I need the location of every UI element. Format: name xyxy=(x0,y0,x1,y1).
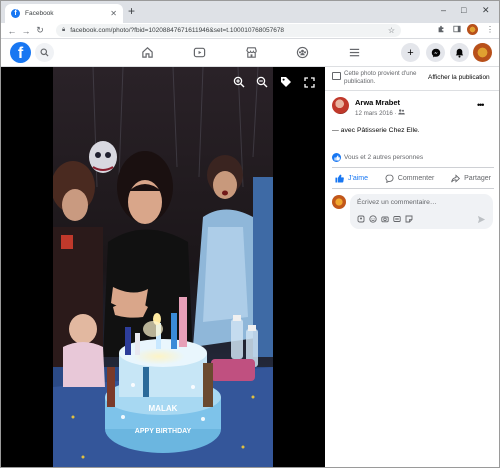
photo-image: MALAK APPY BIRTHDAY xyxy=(53,67,273,467)
create-icon[interactable]: + xyxy=(401,43,420,62)
birthday-photo[interactable]: MALAK APPY BIRTHDAY xyxy=(53,67,273,467)
cake-birthday-text: APPY BIRTHDAY xyxy=(135,428,192,435)
new-tab-button[interactable]: + xyxy=(128,4,135,18)
more-options-icon[interactable]: ••• xyxy=(477,100,485,110)
zoom-out-icon[interactable] xyxy=(255,75,269,89)
reactions-text: Vous et 2 autres personnes xyxy=(344,154,424,161)
share-button[interactable]: Partager xyxy=(448,170,494,186)
address-bar[interactable]: 🔒︎ facebook.com/photo/?fbid=102088476716… xyxy=(56,24,401,37)
back-icon[interactable]: ← xyxy=(5,26,19,36)
thumbs-up-icon xyxy=(335,174,344,183)
publication-banner: Cette photo provient d'une publication. … xyxy=(325,67,499,91)
forward-icon[interactable]: → xyxy=(19,26,33,36)
close-tab-icon[interactable]: ✕ xyxy=(110,9,117,18)
tag-icon[interactable] xyxy=(279,75,293,89)
tab-strip: f Facebook ✕ + – □ ✕ xyxy=(1,1,499,23)
send-icon[interactable] xyxy=(477,215,486,224)
notifications-icon[interactable] xyxy=(450,43,469,62)
browser-window: f Facebook ✕ + – □ ✕ ← → ↻ 🔒︎ facebook.c… xyxy=(0,0,500,468)
profile-avatar[interactable] xyxy=(467,24,478,37)
post-side-panel: Cette photo provient d'une publication. … xyxy=(325,67,499,467)
comment-label: Commenter xyxy=(397,174,435,182)
reactions-summary[interactable]: Vous et 2 autres personnes xyxy=(332,153,423,162)
comment-bubble-icon xyxy=(385,173,394,183)
gif-icon[interactable] xyxy=(393,215,401,223)
bookmark-star-icon[interactable]: ☆ xyxy=(388,26,395,35)
comment-input[interactable]: Écrivez un commentaire… xyxy=(357,199,437,206)
side-panel-icon[interactable] xyxy=(453,25,461,35)
commenter-avatar[interactable] xyxy=(332,195,346,209)
camera-icon[interactable] xyxy=(381,215,389,223)
minimize-button[interactable]: – xyxy=(441,5,446,15)
tab-title: Facebook xyxy=(25,10,54,17)
divider xyxy=(332,167,494,168)
comment-button[interactable]: Commenter xyxy=(382,170,438,186)
divider xyxy=(332,188,494,189)
author-name[interactable]: Arwa Mrabet xyxy=(355,98,400,107)
post-date-text: 12 mars 2016 · xyxy=(355,110,399,117)
friends-audience-icon xyxy=(398,109,406,115)
maximize-button[interactable]: □ xyxy=(461,5,466,15)
like-reaction-icon xyxy=(332,153,341,162)
comment-composer[interactable]: Écrivez un commentaire… xyxy=(350,194,493,229)
like-button[interactable]: J'aime xyxy=(332,170,371,186)
browser-tab[interactable]: f Facebook ✕ xyxy=(5,4,123,23)
share-arrow-icon xyxy=(451,173,461,183)
groups-icon[interactable] xyxy=(294,45,310,59)
url-text: facebook.com/photo/?fbid=102088476716119… xyxy=(70,27,285,34)
post-date[interactable]: 12 mars 2016 · xyxy=(355,109,406,117)
share-label: Partager xyxy=(464,174,491,182)
browser-toolbar: ← → ↻ 🔒︎ facebook.com/photo/?fbid=102088… xyxy=(1,23,499,39)
watch-icon[interactable] xyxy=(191,45,207,59)
banner-text: Cette photo provient d'une publication. xyxy=(344,70,417,85)
with-suffix: . xyxy=(417,127,420,134)
post-actions: J'aime Commenter Partager xyxy=(332,170,494,186)
tagged-page-link[interactable]: Pâtisserie Chez Elle xyxy=(357,127,418,134)
publication-icon xyxy=(332,72,341,80)
emoji-icon[interactable] xyxy=(369,215,377,223)
lock-icon: 🔒︎ xyxy=(62,27,66,33)
avatar-sticker-icon[interactable] xyxy=(357,215,365,223)
facebook-logo[interactable]: f xyxy=(10,42,31,63)
view-publication-link[interactable]: Afficher la publication xyxy=(428,74,490,81)
reload-icon[interactable]: ↻ xyxy=(33,25,47,36)
author-avatar[interactable] xyxy=(332,97,349,114)
messenger-icon[interactable] xyxy=(426,43,445,62)
facebook-favicon-icon: f xyxy=(11,9,20,18)
menu-icon[interactable] xyxy=(346,45,362,59)
chrome-menu-icon[interactable]: ⋮ xyxy=(486,25,494,34)
fullscreen-icon[interactable] xyxy=(302,75,316,89)
sticker-icon[interactable] xyxy=(405,215,413,223)
close-window-button[interactable]: ✕ xyxy=(482,5,490,16)
with-prefix: — avec xyxy=(332,127,357,134)
like-label: J'aime xyxy=(348,174,369,182)
home-icon[interactable] xyxy=(139,45,155,59)
tagged-with-line: — avec Pâtisserie Chez Elle. xyxy=(332,127,420,134)
marketplace-icon[interactable] xyxy=(243,45,259,59)
account-avatar[interactable] xyxy=(473,43,492,62)
facebook-header: f + xyxy=(1,39,499,67)
comment-tools xyxy=(357,215,413,223)
extensions-icon[interactable] xyxy=(437,25,445,35)
zoom-in-icon[interactable] xyxy=(232,75,246,89)
photo-viewer: MALAK APPY BIRTHDAY xyxy=(1,67,325,467)
search-icon[interactable] xyxy=(35,43,54,62)
cake-name-text: MALAK xyxy=(149,404,178,413)
